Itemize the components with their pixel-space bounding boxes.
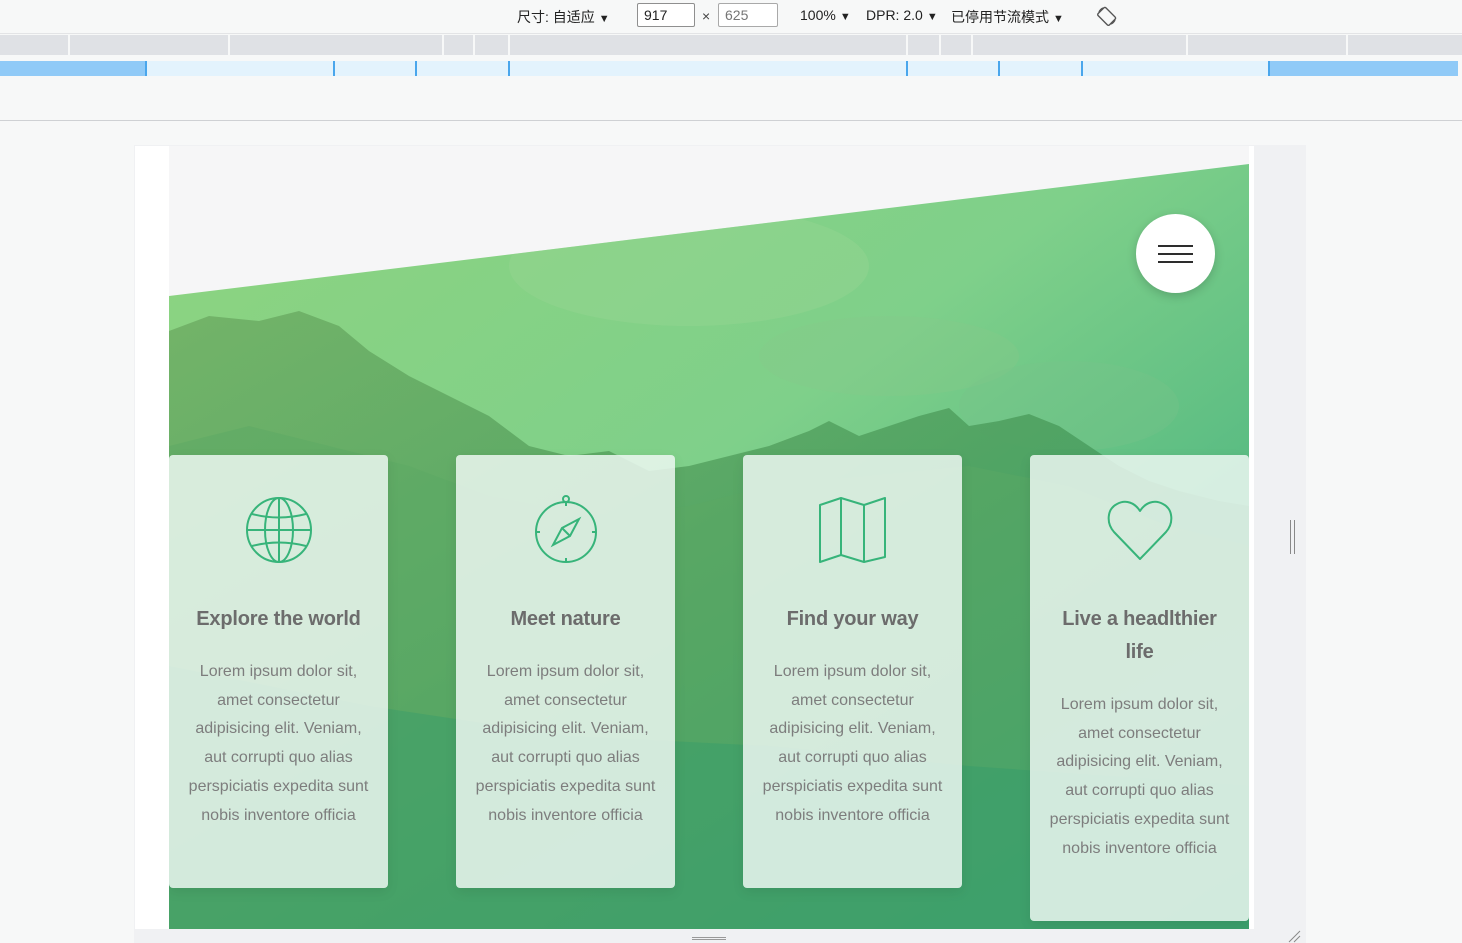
feature-card: Live a headlthier life Lorem ipsum dolor…: [1030, 455, 1249, 921]
hamburger-icon: [1158, 260, 1193, 263]
device-viewport: Explore the world Lorem ipsum dolor sit,…: [135, 146, 1254, 929]
card-title: Find your way: [786, 608, 919, 630]
bottom-resize-handle[interactable]: [692, 937, 726, 940]
chevron-down-icon: ▼: [839, 11, 851, 23]
compass-icon: [534, 495, 597, 563]
throttle-label: 已停用节流模式: [951, 9, 1049, 25]
ruler-tick: [68, 35, 70, 55]
hamburger-icon: [1158, 244, 1193, 247]
feature-card: Meet nature Lorem ipsum dolor sit, amet …: [456, 455, 675, 888]
hamburger-icon: [1158, 252, 1193, 255]
ruler-tick: [508, 61, 510, 76]
times-sign: ×: [702, 8, 711, 24]
ruler-tick: [971, 35, 973, 55]
ruler-tick: [508, 35, 510, 55]
globe-icon: [245, 497, 312, 563]
chevron-down-icon: ▼: [926, 11, 938, 23]
ruler-tick: [473, 35, 475, 55]
ruler-tick: [906, 61, 908, 76]
throttle-dropdown[interactable]: 已停用节流模式 ▼: [951, 7, 1064, 27]
corner-resize-handle[interactable]: [1287, 930, 1301, 943]
ruler-tick: [145, 61, 147, 76]
card-text: Lorem ipsum dolor sit, amet consectetur …: [475, 663, 656, 824]
dimensions-dropdown[interactable]: 尺寸: 自适应 ▼: [517, 7, 610, 27]
ruler-tick: [906, 35, 908, 55]
feature-card: Explore the world Lorem ipsum dolor sit,…: [169, 455, 388, 888]
map-icon: [818, 497, 886, 563]
chevron-down-icon: ▼: [1053, 13, 1064, 25]
ruler-segment: [1268, 61, 1458, 76]
ruler-tick: [939, 35, 941, 55]
ruler-tick: [1268, 61, 1270, 76]
card-title: Meet nature: [510, 608, 621, 630]
device-toolbar: 尺寸: 自适应▼ × 100%▼ DPR: 2.0▼ 已停用节流模式▼: [0, 0, 1462, 34]
toolbar-divider: [0, 120, 1462, 121]
heart-icon: [1107, 500, 1172, 560]
ruler-segment: [0, 61, 146, 76]
card-title: Live a headlthier life: [1062, 608, 1217, 663]
zoom-label: 100%: [800, 7, 836, 23]
ruler-tick: [415, 61, 417, 76]
ruler-tick: [333, 61, 335, 76]
media-query-bar-max[interactable]: [0, 35, 1462, 55]
web-page: Explore the world Lorem ipsum dolor sit,…: [169, 146, 1249, 929]
card-text: Lorem ipsum dolor sit, amet consectetur …: [762, 663, 943, 824]
ruler-tick: [1081, 61, 1083, 76]
ruler-tick: [442, 35, 444, 55]
dpr-label: DPR: 2.0: [866, 7, 923, 23]
dpr-dropdown[interactable]: DPR: 2.0 ▼: [866, 7, 938, 23]
card-title: Explore the world: [196, 608, 361, 630]
media-query-bar-min[interactable]: [0, 61, 1458, 76]
feature-card: Find your way Lorem ipsum dolor sit, ame…: [743, 455, 962, 888]
right-resize-handle[interactable]: [1290, 520, 1296, 554]
height-input[interactable]: [718, 3, 778, 27]
dimensions-label: 尺寸: 自适应: [517, 9, 595, 25]
ruler-tick: [228, 35, 230, 55]
card-text: Lorem ipsum dolor sit, amet consectetur …: [188, 663, 369, 824]
width-input[interactable]: [637, 3, 695, 27]
zoom-dropdown[interactable]: 100% ▼: [800, 7, 851, 23]
card-text: Lorem ipsum dolor sit, amet consectetur …: [1049, 696, 1230, 857]
ruler-tick: [1346, 35, 1348, 55]
ruler-tick: [1186, 35, 1188, 55]
menu-button[interactable]: [1136, 214, 1215, 293]
rotate-icon[interactable]: [1096, 5, 1118, 27]
chevron-down-icon: ▼: [598, 13, 610, 25]
ruler-tick: [998, 61, 1000, 76]
